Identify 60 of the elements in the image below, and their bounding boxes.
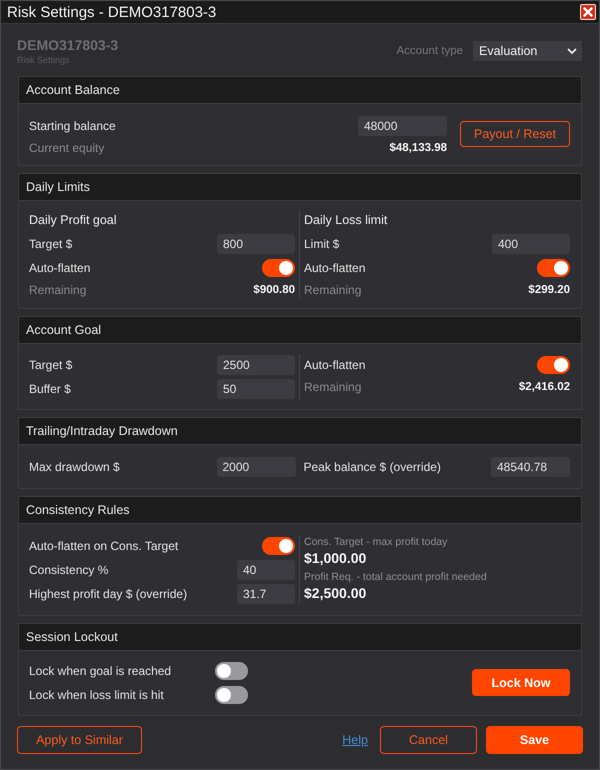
- amount-text: $2,416.02: [518, 381, 570, 393]
- field-label: Peak balance $ (override): [304, 460, 441, 474]
- input-field[interactable]: 2000: [216, 457, 296, 477]
- input-field[interactable]: 400: [492, 234, 570, 254]
- help-link[interactable]: Help: [342, 726, 368, 754]
- cancel-button[interactable]: Cancel: [380, 726, 477, 754]
- input-field[interactable]: 31.7: [237, 584, 295, 604]
- toggle-switch[interactable]: [215, 662, 248, 680]
- section-header: Trailing/Intraday Drawdown: [19, 418, 581, 445]
- field-label: Auto-flatten: [304, 358, 366, 372]
- field-label: Buffer $: [29, 382, 71, 396]
- group-heading: Daily Profit goal: [29, 212, 117, 226]
- input-field[interactable]: 48000: [358, 116, 447, 136]
- toggle-switch[interactable]: [537, 356, 570, 374]
- amount-text: $900.80: [253, 284, 295, 296]
- amount-text: $299.20: [528, 284, 570, 296]
- field-label: Lock when goal is reached: [29, 664, 172, 678]
- amount-text: $48,133.98: [389, 142, 447, 154]
- input-field[interactable]: 800: [217, 234, 295, 254]
- field-label: Consistency %: [29, 563, 108, 577]
- input-field[interactable]: 2500: [217, 355, 295, 375]
- section-header: Account Balance: [19, 77, 581, 104]
- account-name: DEMO317803-3: [17, 37, 118, 54]
- section-header: Session Lockout: [19, 624, 581, 651]
- field-label: Highest profit day $ (override): [29, 587, 188, 601]
- field-label: Max drawdown $: [29, 460, 120, 474]
- account-type-dropdown[interactable]: Evaluation: [473, 41, 582, 61]
- field-label: Remaining: [304, 380, 362, 394]
- stat-caption: Cons. Target - max profit today: [304, 536, 448, 549]
- field-label: Account type: [396, 45, 463, 57]
- section-header: Account Goal: [19, 317, 581, 344]
- input-field[interactable]: 48540.78: [491, 457, 570, 477]
- toggle-switch[interactable]: [262, 537, 295, 555]
- field-label: Auto-flatten: [29, 261, 90, 275]
- input-field[interactable]: 40: [237, 560, 295, 580]
- field-label: Target $: [29, 358, 72, 372]
- toggle-switch[interactable]: [262, 259, 295, 277]
- window-title: Risk Settings - DEMO317803-3: [7, 4, 216, 20]
- stat-value: $2,500.00: [304, 584, 366, 602]
- field-label: Limit $: [304, 237, 340, 251]
- apply-to-similar-button[interactable]: Apply to Similar: [17, 726, 142, 754]
- field-label: Auto-flatten on Cons. Target: [29, 539, 178, 553]
- chevron-down-icon: [567, 48, 577, 54]
- field-label: Remaining: [29, 283, 86, 297]
- close-icon[interactable]: [580, 4, 596, 20]
- input-field[interactable]: 50: [217, 379, 295, 399]
- stat-value: $1,000.00: [304, 549, 366, 567]
- section-header: Consistency Rules: [19, 497, 581, 524]
- field-label: Current equity: [29, 141, 104, 155]
- field-label: Remaining: [304, 283, 362, 297]
- section-header: Daily Limits: [19, 174, 581, 201]
- field-label: Auto-flatten: [304, 261, 366, 275]
- field-label: Starting balance: [29, 119, 116, 133]
- toggle-switch[interactable]: [537, 259, 570, 277]
- toggle-switch[interactable]: [215, 686, 248, 704]
- field-label: Lock when loss limit is hit: [29, 688, 164, 702]
- payout-reset-button[interactable]: Payout / Reset: [460, 121, 570, 147]
- group-heading: Daily Loss limit: [304, 212, 388, 226]
- field-label: Target $: [29, 237, 72, 251]
- stat-caption: Profit Req. - total account profit needed: [304, 571, 487, 584]
